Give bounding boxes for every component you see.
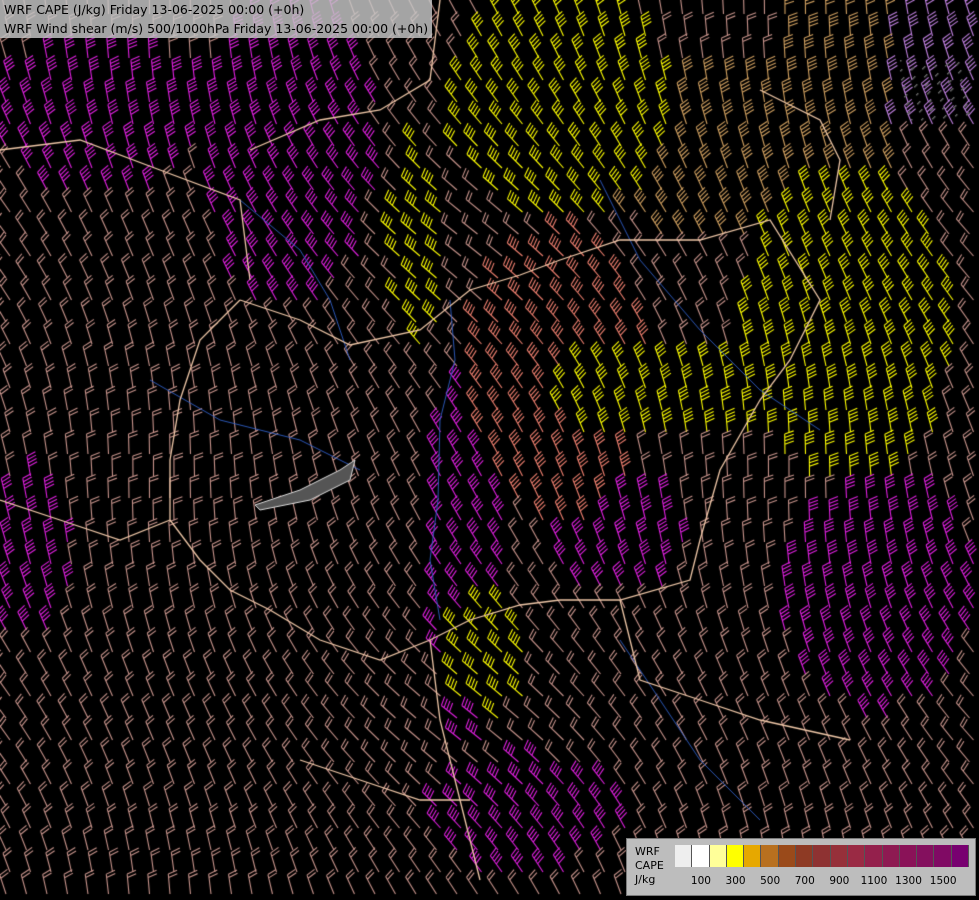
legend-tick-label: 100: [690, 875, 711, 887]
legend-swatch: [778, 845, 797, 867]
legend-swatch: [675, 845, 693, 867]
map-title-box: WRF CAPE (J/kg) Friday 13-06-2025 00:00 …: [0, 0, 433, 38]
legend-swatch: [709, 845, 727, 867]
legend-swatch: [796, 845, 814, 867]
legend-tick-label: 300: [725, 875, 746, 887]
legend-swatch: [917, 845, 935, 867]
legend-color-bar: [675, 845, 970, 867]
legend-tick-label: 900: [829, 875, 850, 887]
wind-shear-map: [0, 0, 979, 900]
legend-swatch: [744, 845, 762, 867]
legend-swatch: [847, 845, 866, 867]
legend-swatch: [813, 845, 831, 867]
cape-title: WRF CAPE (J/kg) Friday 13-06-2025 00:00 …: [4, 2, 305, 17]
legend-swatch: [865, 845, 883, 867]
legend-swatch: [761, 845, 779, 867]
legend-swatch: [899, 845, 918, 867]
cape-legend: WRF CAPE J/kg 100 300 500 700 900 1100 1300 150…: [626, 838, 976, 896]
legend-title: WRF CAPE J/kg: [635, 845, 664, 886]
legend-tick-label: 700: [794, 875, 815, 887]
legend-tick-label: 500: [760, 875, 781, 887]
legend-swatch: [830, 845, 848, 867]
legend-swatch: [934, 845, 952, 867]
legend-tick-label: 1300: [895, 875, 922, 887]
legend-swatch: [692, 845, 710, 867]
legend-tick-label: 1500: [929, 875, 957, 887]
legend-swatch: [882, 845, 900, 867]
legend-swatch: [951, 845, 970, 867]
shear-title: WRF Wind shear (m/s) 500/1000hPa Friday …: [4, 21, 429, 36]
legend-tick-label: 1100: [860, 875, 888, 887]
legend-swatch: [726, 845, 745, 867]
